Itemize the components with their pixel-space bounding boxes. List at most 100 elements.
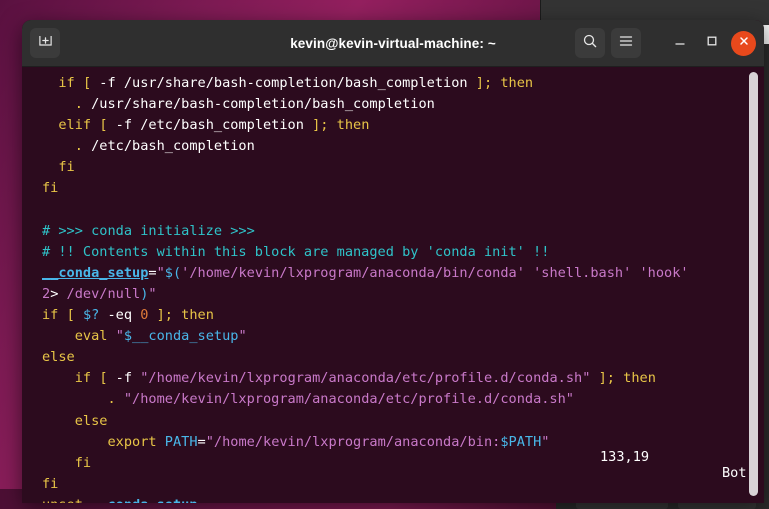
terminal-line: fi (42, 157, 764, 178)
new-tab-icon (38, 33, 53, 53)
vim-scroll-state: Bot (722, 465, 747, 481)
terminal-token: elif (58, 117, 92, 134)
terminal-token: [ (66, 307, 75, 324)
terminal-token: . (107, 391, 116, 408)
terminal-line: if [ -f "/home/kevin/lxprogram/anaconda/… (42, 368, 764, 389)
menu-button[interactable] (611, 28, 641, 58)
terminal-token: $( (164, 264, 182, 281)
terminal-line: . /etc/bash_completion (42, 136, 764, 157)
terminal-line: else (42, 347, 764, 368)
terminal-token: /etc/bash_completion (82, 138, 255, 155)
terminal-token: if (42, 307, 59, 324)
terminal-token: ; (606, 370, 615, 387)
terminal-line: fi (42, 178, 764, 199)
terminal-token: " (156, 264, 165, 281)
terminal-token: $__conda_setup (123, 328, 239, 345)
terminal-token: '/home/kevin/lxprogram/anaconda/bin/cond… (181, 264, 689, 281)
terminal-token: " (148, 285, 157, 302)
terminal-window[interactable]: kevin@kevin-virtual-machine: ~ if [-f /… (22, 20, 764, 503)
terminal-token: [ (82, 75, 92, 91)
titlebar-controls (575, 28, 756, 58)
terminal-line: . "/home/kevin/lxprogram/anaconda/etc/pr… (42, 389, 764, 410)
minimize-icon (673, 34, 687, 53)
terminal-token: if (74, 370, 92, 387)
terminal-line: else (42, 411, 764, 432)
terminal-line: __conda_setup="$('/home/kevin/lxprogram/… (42, 263, 764, 284)
vim-cursor-position: 133,19 (600, 449, 650, 465)
terminal-token: "/home/kevin/lxprogram/anaconda/etc/prof… (123, 391, 574, 408)
terminal-content-area[interactable]: if [ -f /usr/share/bash-completion/bash_… (22, 67, 764, 503)
terminal-token: # >>> conda initialize >>> (42, 222, 255, 239)
terminal-token: = (148, 264, 157, 281)
terminal-token: else (42, 349, 75, 366)
terminal-token: unset (42, 497, 83, 503)
minimize-button[interactable] (667, 30, 693, 56)
search-button[interactable] (575, 28, 605, 58)
terminal-line: if [ -f /usr/share/bash-completion/bash_… (42, 73, 764, 94)
terminal-line: eval "$__conda_setup" (42, 326, 764, 347)
terminal-token: /dev/null (58, 285, 141, 302)
terminal-token: -f /etc/bash_completion (107, 117, 313, 134)
terminal-token: " (238, 328, 247, 345)
terminal-token: ; (164, 307, 173, 324)
terminal-token: ] (598, 370, 607, 387)
search-icon (582, 33, 598, 54)
terminal-line: . /usr/share/bash-completion/bash_comple… (42, 94, 764, 115)
terminal-line: # !! Contents within this block are mana… (42, 242, 764, 263)
maximize-button[interactable] (699, 30, 725, 56)
new-tab-button[interactable] (30, 28, 60, 58)
terminal-token: -f (107, 370, 141, 387)
terminal-token: ] (475, 75, 484, 91)
terminal-token: # !! Contents within this block are mana… (42, 243, 550, 260)
terminal-token: $? (82, 307, 100, 324)
vim-ruler: 133,19 Bot (22, 433, 764, 497)
terminal-token: fi (58, 159, 75, 176)
terminal-token: __conda_setup (42, 264, 149, 281)
terminal-token: [ (99, 117, 108, 134)
terminal-titlebar[interactable]: kevin@kevin-virtual-machine: ~ (22, 20, 764, 67)
terminal-token: -eq (99, 307, 141, 324)
terminal-token: -f /usr/share/bash-completion/bash_compl… (91, 75, 476, 91)
terminal-token: then (181, 307, 214, 324)
terminal-token: fi (42, 180, 59, 197)
terminal-token: /usr/share/bash-completion/bash_completi… (82, 96, 435, 113)
close-icon (738, 34, 750, 52)
terminal-token: " (115, 328, 124, 345)
terminal-scrollbar-thumb[interactable] (749, 72, 758, 496)
close-button[interactable] (731, 30, 756, 56)
hamburger-menu-icon (618, 33, 634, 54)
maximize-icon (705, 34, 719, 53)
terminal-line: elif [ -f /etc/bash_completion ]; then (42, 115, 764, 136)
terminal-token: then (336, 117, 370, 134)
terminal-token: ] (156, 307, 165, 324)
terminal-scrollbar[interactable] (749, 71, 758, 499)
terminal-token: then (623, 370, 656, 387)
terminal-token: "/home/kevin/lxprogram/anaconda/etc/prof… (140, 370, 591, 387)
terminal-token: ; (483, 75, 493, 91)
terminal-token: [ (99, 370, 108, 387)
terminal-token: . (74, 138, 83, 155)
terminal-token: 2 (42, 285, 51, 302)
terminal-line: 2> /dev/null)" (42, 284, 764, 305)
terminal-token: . (74, 96, 83, 113)
terminal-line: if [ $? -eq 0 ]; then (42, 305, 764, 326)
